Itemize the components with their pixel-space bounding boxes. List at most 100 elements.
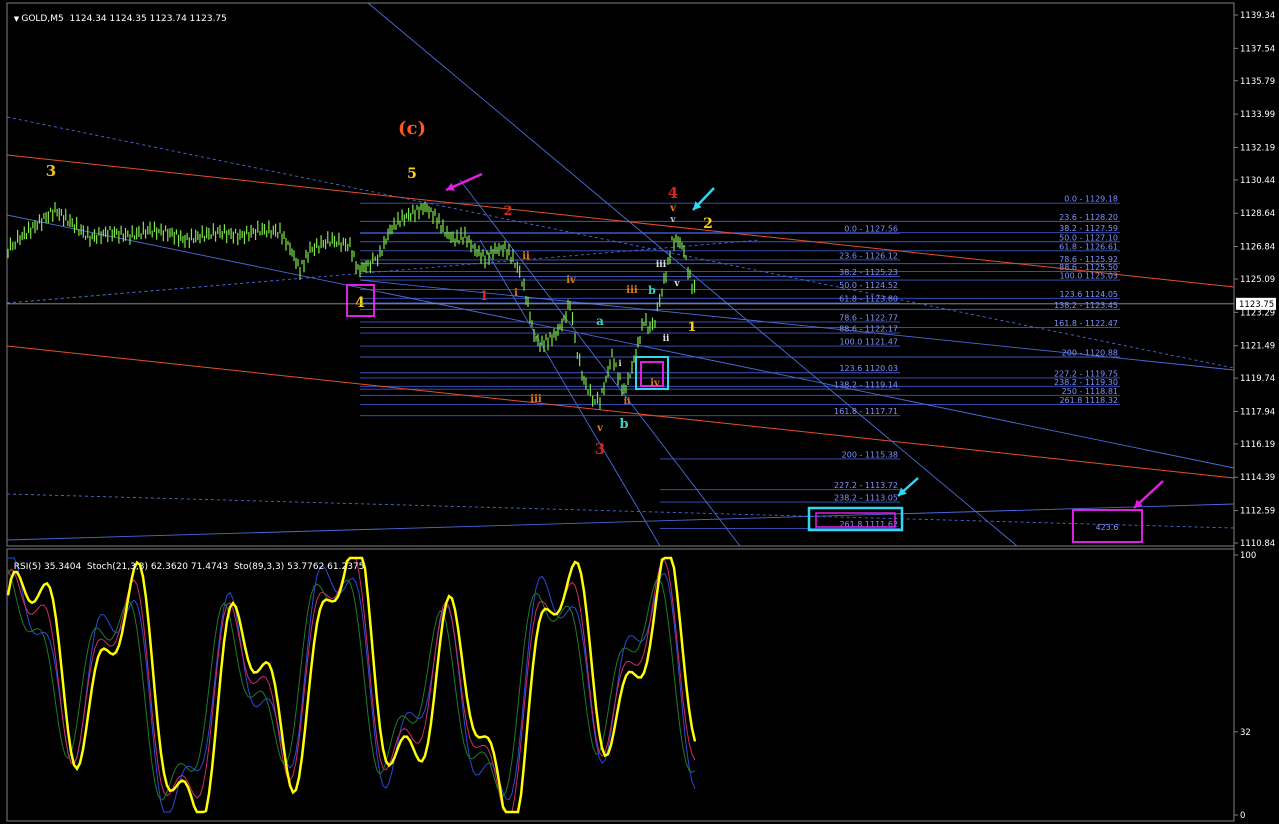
wave-label: 3 [46,162,56,180]
wave-label: v [669,215,676,225]
stoch-main-line [7,557,696,813]
fib-level-label: 261.8 1118.32 [1059,396,1118,405]
trendline [459,179,741,547]
fib-level-label: 78.6 - 1122.77 [839,313,898,322]
wave-label: (c) [398,118,426,139]
price-tick-label: 1137.54 [1240,44,1275,54]
fib-level-label: 250 - 1118.81 [1062,387,1118,396]
wave-label: 5 [407,166,417,182]
price-tick-label: 1125.09 [1240,275,1275,285]
fib-level-label: 161.8 - 1122.47 [1054,319,1118,328]
current-price-label: 1123.75 [1239,300,1274,310]
fib-level-label: 100.0 1125.03 [1059,272,1118,281]
indicator-readout: RSI(5) 35.3404 Stoch(21,3,3) 62.3620 71.… [13,562,365,572]
fib-level-label: 50.0 - 1124.52 [839,281,898,290]
wave-labels: 3(c)5421iiiiviiiaiii bv3biiiv4vv 2iiivii1i [46,118,713,458]
wave-label: ii [663,334,670,344]
fib-level-label: 238.2 - 1119.30 [1054,378,1118,387]
fib-level-label: 123.6 1124.05 [1059,290,1118,299]
wave-label: 3 [595,440,605,458]
fib-level-label: 61.8 - 1126.61 [1059,242,1118,251]
wave-label: iv [650,378,661,389]
trend-channels [6,2,1235,547]
wave-label: v [596,423,604,434]
trendline [6,503,1235,541]
wave-label: 2 [703,216,713,232]
fib-level-label: 123.6 1120.03 [839,364,898,373]
fib-level-label: 50.0 - 1127.10 [1059,233,1118,242]
fib-level-label: 38.2 - 1125.23 [839,268,898,277]
price-tick-label: 1121.49 [1240,342,1275,352]
stoch-slow-line [7,569,696,801]
wave-label: iii [626,285,638,296]
fib-level-label: 227.2 - 1113.72 [834,481,898,490]
price-tick-label: 1123.29 [1240,308,1275,318]
fib-423-label: 423.6 [1096,523,1119,532]
wave-label: iii [530,394,542,405]
price-tick-label: 1112.59 [1240,507,1275,517]
price-tick-label: 1114.39 [1240,473,1275,483]
dashed-trendline [6,116,1235,369]
fib-level-label: 23.6 - 1128.20 [1059,213,1118,222]
indicator-tick-label: 0 [1240,811,1245,821]
price-tick-label: 1126.84 [1240,243,1275,253]
price-tick-label: 1116.19 [1240,440,1275,450]
wave-label: 1 [687,320,696,335]
fib-level-label: 38.2 - 1127.59 [1059,224,1118,233]
wave-label: v [669,203,677,214]
fib-level-label: 200 - 1115.38 [842,450,898,459]
dashed-trendline [6,493,1235,529]
wave-label: iii [656,260,667,270]
main-pane-frame [6,2,1235,547]
price-tick-label: 1117.94 [1240,407,1275,417]
wave-label: ii [522,251,530,262]
wave-label: b [619,417,628,432]
annotation-markers [346,172,1164,543]
price-tick-label: 1128.64 [1240,209,1275,219]
chart-header: ▼ GOLD,M5 1124.34 1124.35 1123.74 1123.7… [8,4,227,24]
rsi-line [6,556,697,814]
indicator-axis: 100 32 0 [1234,551,1256,821]
fib-level-label: 138.2 - 1119.14 [834,381,898,390]
wave-label: b [648,284,656,297]
fib-level-label: 0.0 - 1129.18 [1064,195,1118,204]
symbol-label: GOLD,M5 [21,14,64,24]
wave-label: 2 [503,204,512,219]
wave-label: i [618,358,621,368]
stoch-signal-line [8,557,696,813]
indicator-tick-label: 100 [1240,551,1256,561]
price-tick-label: 1133.99 [1240,110,1275,120]
fib-level-label: 88.6 - 1125.50 [1059,263,1118,272]
fib-level-label: 61.8 - 1123.80 [839,294,898,303]
price-tick-label: 1119.74 [1240,374,1275,384]
indicator-tick-label: 32 [1240,728,1251,738]
price-tick-label: 1132.19 [1240,143,1275,153]
fib-level-label: 238.2 - 1113.05 [834,494,898,503]
fib-level-label: 88.6 - 1122.17 [839,325,898,334]
fib-level-label: 23.6 - 1126.12 [839,251,898,260]
indicator-lines [6,556,697,814]
wave-label: ii [624,397,631,407]
wave-label: 4 [668,184,678,202]
indicator-pane-frame [6,548,1235,822]
fib-level-label: 100.0 1121.47 [839,338,898,347]
price-tick-label: 1110.84 [1240,539,1275,549]
chart-canvas: 0.0 - 1129.18 23.6 - 1128.20 38.2 - 1127.5… [6,2,1276,822]
fib-level-label: 138.2 - 1123.45 [1054,301,1118,310]
ohlc-readout: 1124.34 1124.35 1123.74 1123.75 [69,14,227,24]
trendline [367,2,1018,547]
fibonacci-level-labels: 0.0 - 1129.18 23.6 - 1128.20 38.2 - 1127.5… [834,195,1118,532]
indicator-header: RSI(5) 35.3404 Stoch(21,3,3) 62.3620 71.… [8,552,365,572]
price-tick-label: 1130.44 [1240,176,1275,186]
wave-label: 1 [479,289,488,304]
wave-label: 4 [355,295,365,311]
price-tick-label: 1135.79 [1240,77,1275,87]
fib-level-label: 0.0 - 1127.56 [844,225,898,234]
wave-label: i [514,288,518,299]
fib-level-label: 161.8 - 1117.71 [834,407,898,416]
price-tick-label: 1139.34 [1240,11,1275,21]
fib-level-label: 200 - 1120.88 [1062,348,1118,357]
wave-label: a [596,314,604,328]
wave-label: v [673,279,680,289]
wave-label: iv [566,275,577,286]
